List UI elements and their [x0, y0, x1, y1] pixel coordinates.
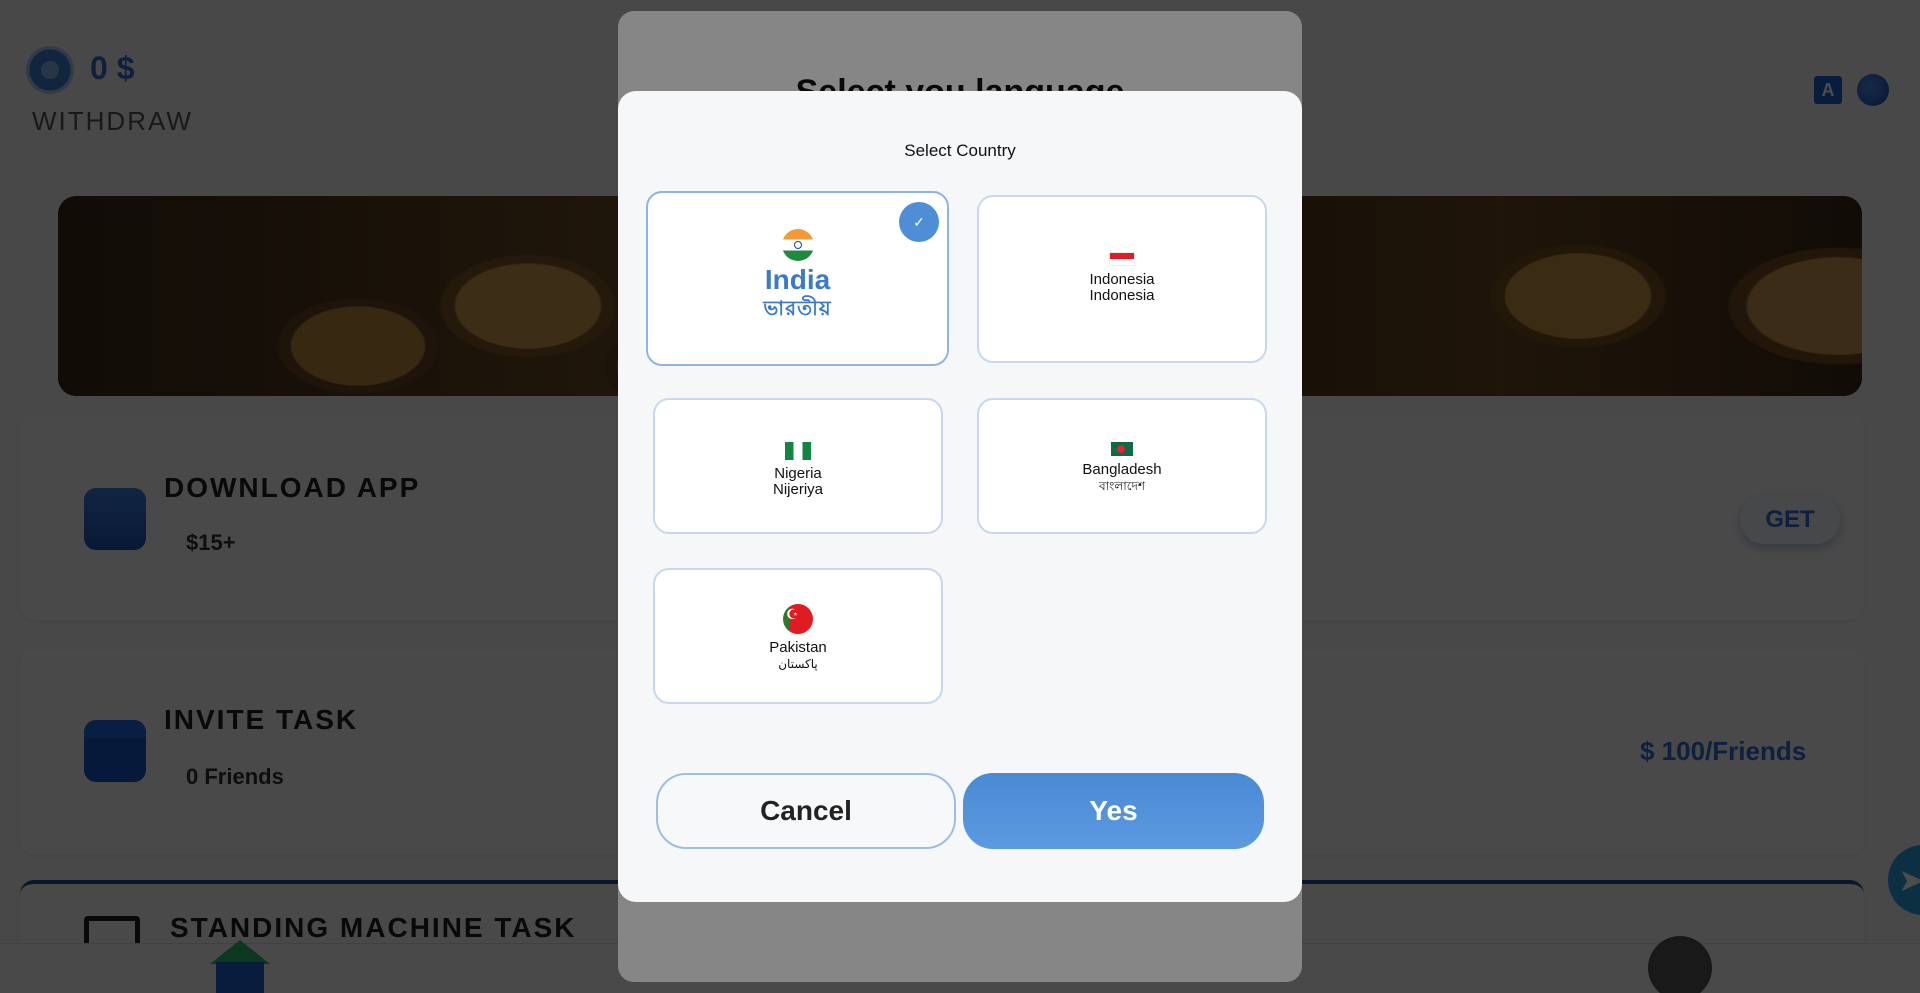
country-name: Nigeria [774, 465, 822, 482]
pakistan-flag-icon [783, 604, 813, 634]
country-option-india[interactable]: ✓ India ভারতীয় [646, 191, 949, 366]
country-name: Indonesia [1089, 271, 1155, 288]
yes-button[interactable]: Yes [963, 773, 1264, 849]
country-native-name: Indonesia [1089, 287, 1155, 304]
country-name: Bangladesh [1082, 461, 1162, 478]
nigeria-flag-icon [785, 442, 811, 460]
bangladesh-flag-icon [1111, 442, 1133, 456]
country-name: India [764, 264, 831, 295]
country-native-name: বাংলাদেশ [1099, 479, 1145, 493]
indonesia-flag-icon [1109, 252, 1135, 266]
country-option-nigeria[interactable]: Nigeria Nijeriya [653, 398, 943, 534]
country-native-name: Nijeriya [772, 481, 823, 498]
country-option-bangladesh[interactable]: Bangladesh বাংলাদেশ [977, 398, 1267, 534]
country-native-name: پاکستان [778, 657, 818, 671]
country-modal-title: Select Country [904, 141, 1016, 160]
india-flag-icon [781, 229, 814, 261]
country-option-indonesia[interactable]: Indonesia Indonesia [977, 195, 1267, 363]
check-icon: ✓ [899, 202, 939, 242]
country-name: Pakistan [769, 639, 827, 656]
country-option-pakistan[interactable]: Pakistan پاکستان [653, 568, 943, 704]
country-native-name: ভারতীয় [763, 298, 832, 320]
cancel-button[interactable]: Cancel [656, 773, 956, 849]
